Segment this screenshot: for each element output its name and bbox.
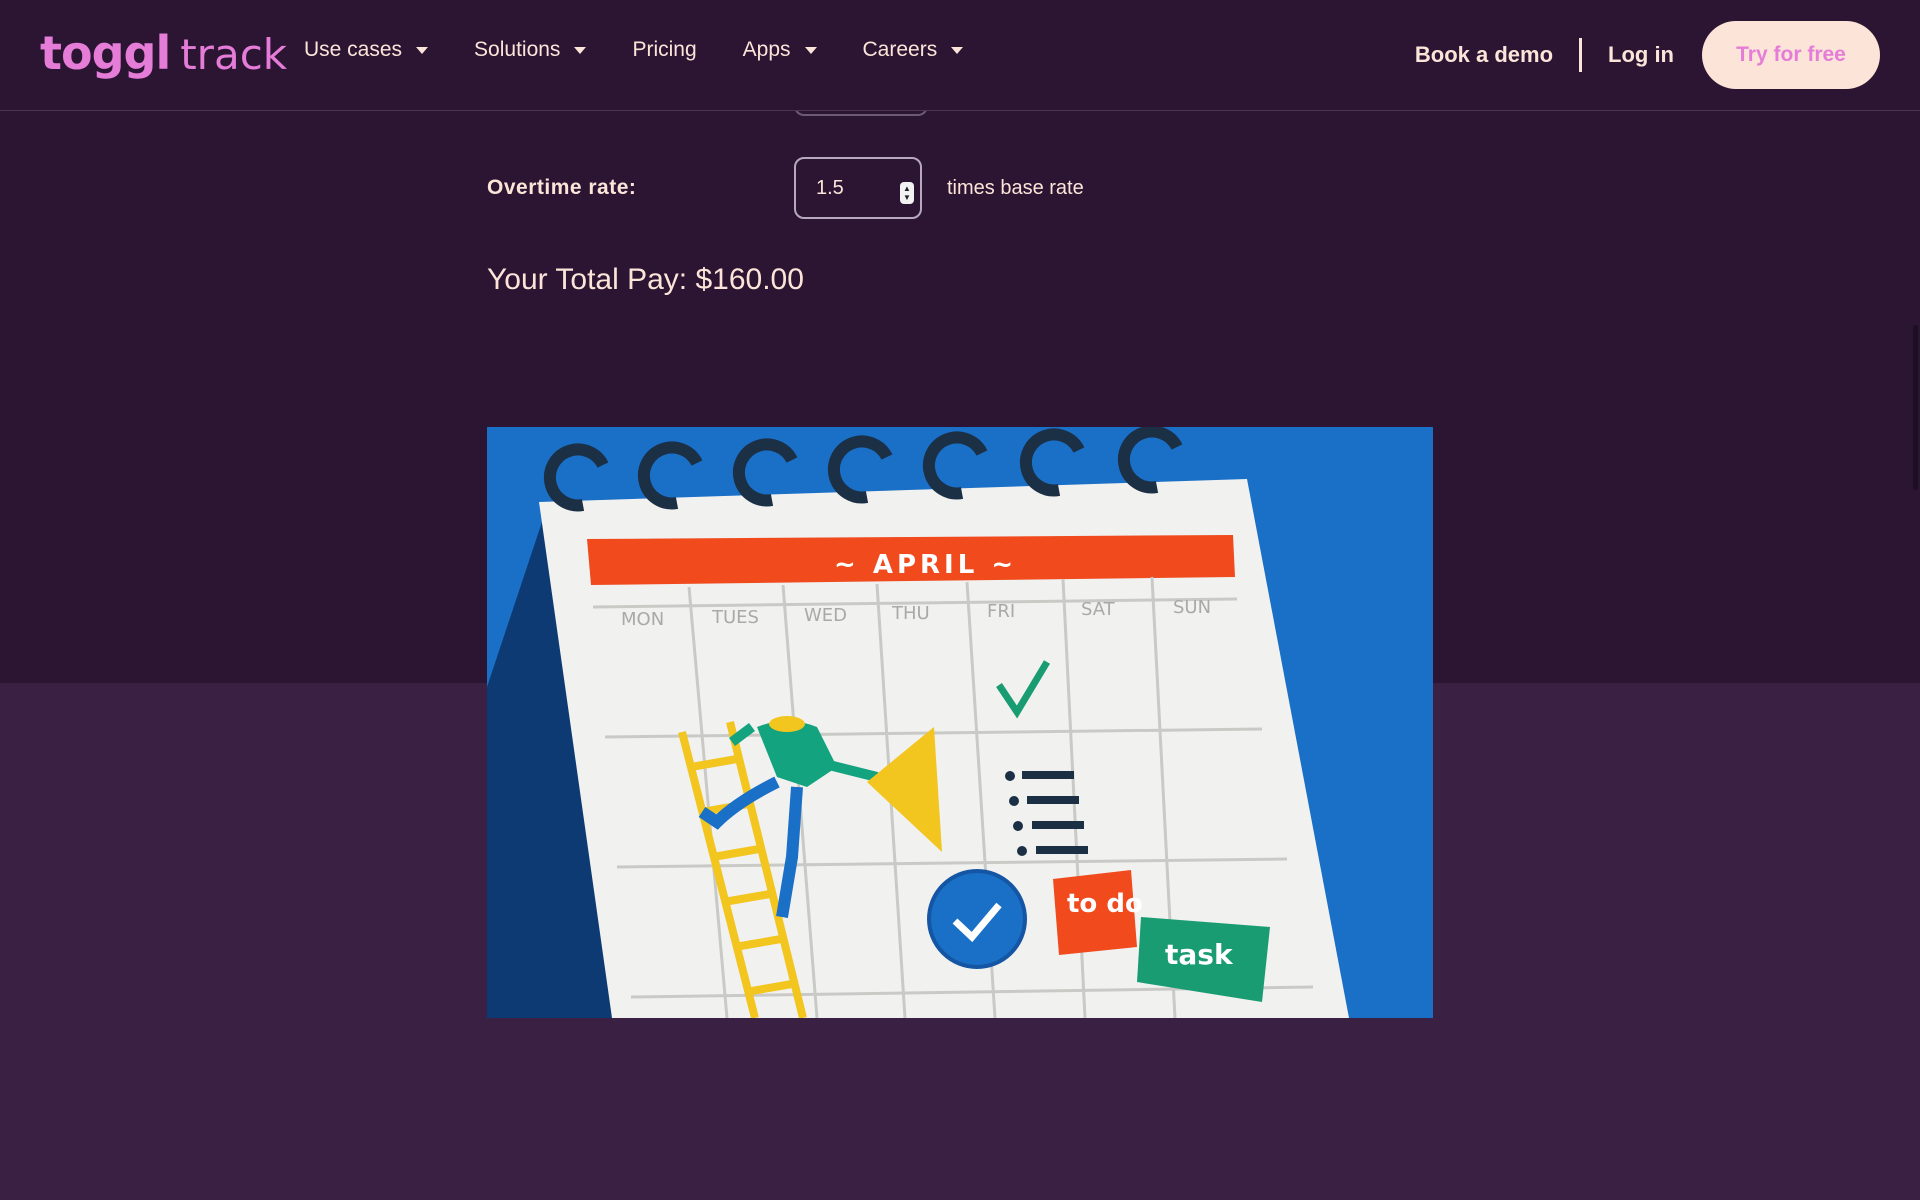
nav-use-cases-label: Use cases [304,38,403,61]
overtime-rate-suffix: times base rate [947,177,1084,199]
day-label-tues: TUES [711,607,759,628]
nav-careers-label: Careers [862,38,938,61]
calendar-illustration: ~ APRIL ~ MON TUES WED THU FRI SAT SUN t… [487,427,1433,1018]
day-label-thu: THU [891,603,930,624]
day-label-sun: SUN [1173,597,1211,618]
day-label-mon: MON [621,609,664,630]
nav-pricing-label: Pricing [632,38,697,61]
month-text: ~ APRIL ~ [834,550,1017,580]
spin-up-icon[interactable]: ▲ [903,184,911,193]
day-label-wed: WED [804,605,847,626]
book-demo-link[interactable]: Book a demo [1415,42,1553,68]
nav-solutions[interactable]: Solutions [474,38,587,62]
nav-apps[interactable]: Apps [743,38,817,62]
header-divider [1579,38,1583,72]
day-label-fri: FRI [987,601,1015,622]
try-for-free-button[interactable]: Try for free [1702,21,1880,89]
nav-use-cases[interactable]: Use cases [304,38,429,62]
site-header: toggl track Use cases Solutions Pricing … [0,0,1920,111]
spin-down-icon[interactable]: ▼ [903,193,911,202]
overtime-rate-value: 1.5 [816,176,844,199]
total-pay: Your Total Pay: $160.00 [487,263,804,296]
page-scrollbar[interactable] [1910,325,1920,495]
overtime-rate-label: Overtime rate: [487,176,637,199]
caret-down-icon [574,46,587,54]
caret-down-icon [804,46,817,54]
caret-down-icon [951,46,964,54]
overtime-rate-input[interactable]: 1.5 ▲ ▼ [794,157,922,219]
nav-pricing[interactable]: Pricing [632,38,696,62]
nav-careers[interactable]: Careers [863,38,964,62]
day-label-sat: SAT [1081,599,1116,620]
toggl-track-logo[interactable]: toggl track [40,26,287,82]
nav-apps-label: Apps [742,38,791,61]
caret-down-icon [416,46,429,54]
main-nav: Use cases Solutions Pricing Apps Careers [304,38,1009,62]
nav-solutions-label: Solutions [474,38,561,61]
header-actions: Book a demo Log in Try for free [1415,21,1880,89]
login-link[interactable]: Log in [1608,42,1674,68]
logo-toggl-text: toggl [40,26,171,80]
number-spinner-icon[interactable]: ▲ ▼ [900,182,914,204]
sign-task-text: task [1165,938,1234,971]
sign-todo-text: to do [1067,889,1143,919]
calendar-illustration-svg: ~ APRIL ~ MON TUES WED THU FRI SAT SUN t… [487,427,1433,1018]
logo-track-text: track [180,30,288,79]
scrollbar-thumb[interactable] [1913,325,1918,490]
